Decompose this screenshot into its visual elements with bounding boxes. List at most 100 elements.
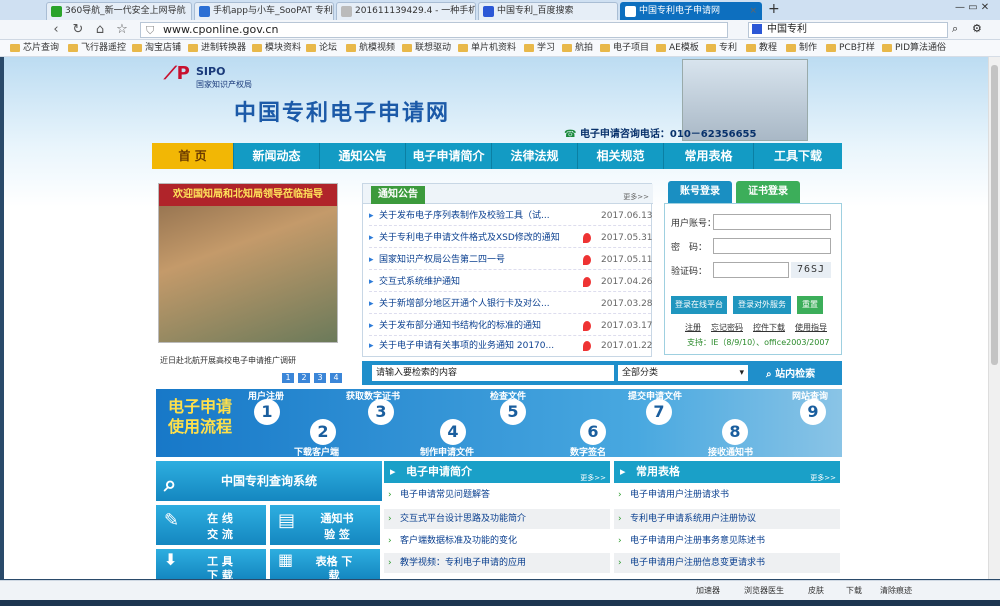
scroll-thumb[interactable] — [991, 65, 998, 365]
online-chat-button[interactable]: ✎ 在 线 交 流 — [156, 505, 266, 545]
bookmark-item[interactable]: 进制转换器 — [188, 42, 246, 55]
photo-caption[interactable]: 近日赴北航开展高校电子申请推广调研 — [160, 355, 340, 366]
intro-item[interactable]: 客户端数据标准及功能的变化 — [384, 531, 610, 551]
site-search-button[interactable]: ⌕ 站内检索 — [766, 365, 815, 380]
plugin-download-link[interactable]: 控件下载 — [753, 322, 785, 333]
notice-item[interactable]: ▸ 关于发布部分通知书结构化的标准的通知 2017.03.17 — [369, 316, 653, 336]
keyword-input[interactable]: 请输入要检索的内容 — [372, 365, 614, 381]
bookmark-item[interactable]: 芯片查询 — [10, 42, 59, 55]
bookmark-item[interactable]: 飞行器遥控 — [68, 42, 126, 55]
back-icon[interactable]: ‹ — [48, 22, 64, 38]
gear-icon[interactable]: ⚙ — [972, 22, 982, 35]
patent-search-button[interactable]: ⌕ 中国专利查询系统 — [156, 461, 382, 501]
slide-page-3[interactable]: 3 — [314, 373, 326, 383]
notice-item[interactable]: ▸ 关于发布电子序列表制作及校验工具（试... 2017.06.13 — [369, 206, 653, 226]
window-controls[interactable]: — ▭ ✕ — [955, 2, 989, 13]
browser-tab-active[interactable]: 中国专利电子申请网 × — [620, 2, 762, 20]
page-scrollbar[interactable] — [988, 57, 1000, 579]
bookmark-item[interactable]: 模块资料 — [252, 42, 301, 55]
form-item[interactable]: 电子申请用户注册请求书 — [614, 485, 840, 505]
notice-tab[interactable]: 通知公告 — [371, 186, 425, 204]
bookmark-item[interactable]: 教程 — [746, 42, 777, 55]
browser-search-input[interactable]: 中国专利 — [748, 22, 948, 38]
password-input[interactable] — [713, 238, 831, 254]
nav-notice[interactable]: 通知公告 — [320, 143, 406, 169]
form-download-button[interactable]: ▦ 表格 下 载 — [270, 549, 380, 579]
bookmark-item[interactable]: 淘宝店铺 — [132, 42, 181, 55]
bookmark-item[interactable]: PCB打样 — [826, 42, 875, 55]
username-input[interactable] — [713, 214, 831, 230]
sipo-logo[interactable]: ⟋P SIPO 国家知识产权局 — [164, 63, 264, 93]
nav-standard[interactable]: 相关规范 — [578, 143, 664, 169]
intro-item[interactable]: 教学视频：专利电子申请的应用 — [384, 553, 610, 573]
notice-item[interactable]: ▸ 国家知识产权局公告第二四一号 2017.05.11 — [369, 250, 653, 270]
download-button[interactable]: 下载 — [846, 585, 862, 596]
bookmark-item[interactable]: 制作 — [786, 42, 817, 55]
bookmark-item[interactable]: 专利 — [706, 42, 737, 55]
login-online-button[interactable]: 登录在线平台 — [671, 296, 727, 314]
refresh-icon[interactable]: ↻ — [70, 22, 86, 38]
reset-button[interactable]: 重置 — [797, 296, 823, 314]
nav-forms[interactable]: 常用表格 — [664, 143, 754, 169]
category-select[interactable]: 全部分类 ▾ — [618, 365, 748, 381]
bookmark-item[interactable]: 电子项目 — [600, 42, 649, 55]
guide-link[interactable]: 使用指导 — [795, 322, 827, 333]
search-icon[interactable]: ⌕ — [952, 22, 958, 36]
home-icon[interactable]: ⌂ — [92, 22, 108, 38]
tab-account-login[interactable]: 账号登录 — [668, 181, 732, 203]
notice-more-link[interactable]: 更多>> — [623, 192, 649, 202]
bookmark-item[interactable]: 学习 — [524, 42, 555, 55]
intro-item[interactable]: 交互式平台设计思路及功能简介 — [384, 509, 610, 529]
bookmark-item[interactable]: AE模板 — [656, 42, 699, 55]
address-bar[interactable]: ⛉ www.cponline.gov.cn — [140, 22, 728, 38]
form-item[interactable]: 电子申请用户注册信息变更请求书 — [614, 553, 840, 573]
nav-tools[interactable]: 工具下载 — [754, 143, 842, 169]
browser-tab-1[interactable]: 360导航_新一代安全上网导航 — [46, 2, 192, 20]
browser-tab-4[interactable]: 中国专利_百度搜索 — [478, 2, 618, 20]
process-banner[interactable]: 电子申请 使用流程 1 用户注册 2 下载客户端 3 获取数字证书 4 制作申请文… — [156, 389, 842, 458]
skin-button[interactable]: 皮肤 — [808, 585, 824, 596]
browser-doctor-button[interactable]: 浏览器医生 — [744, 585, 784, 596]
slide-page-1[interactable]: 1 — [282, 373, 294, 383]
notice-item[interactable]: ▸ 关于电子申请有关事项的业务通知 20170... 2017.01.22 — [369, 336, 653, 356]
user-label: 用户账号： — [671, 219, 717, 229]
accelerator-button[interactable]: 加速器 — [696, 585, 720, 596]
tab-cert-login[interactable]: 证书登录 — [736, 181, 800, 203]
browser-tab-2[interactable]: 手机app与小车_SooPAT 专利 — [194, 2, 334, 20]
nav-law[interactable]: 法律法规 — [492, 143, 578, 169]
bookmark-item[interactable]: 联想驱动 — [402, 42, 451, 55]
nav-home[interactable]: 首 页 — [152, 143, 234, 169]
bookmark-item[interactable]: 航拍 — [562, 42, 593, 55]
bullet-icon: ▸ — [369, 277, 374, 287]
new-tab-icon[interactable]: + — [768, 1, 780, 17]
slide-page-2[interactable]: 2 — [298, 373, 310, 383]
captcha-input[interactable] — [713, 262, 789, 278]
bullet-icon: ▸ — [369, 255, 374, 265]
forgot-password-link[interactable]: 忘记密码 — [711, 322, 743, 333]
bookmark-item[interactable]: 论坛 — [306, 42, 337, 55]
browser-tab-3[interactable]: 201611139429.4 - 一种手机 — [336, 2, 476, 20]
tool-download-button[interactable]: ⬇ 工 具 下 载 — [156, 549, 266, 579]
notice-verify-button[interactable]: ▤ 通知书 验 签 — [270, 505, 380, 545]
bookmark-item[interactable]: PID算法通俗 — [882, 42, 946, 55]
captcha-image[interactable]: 76SJ — [791, 262, 831, 278]
form-item[interactable]: 专利电子申请系统用户注册协议 — [614, 509, 840, 529]
slide-page-4[interactable]: 4 — [330, 373, 342, 383]
intro-item[interactable]: 电子申请常见问题解答 — [384, 485, 610, 505]
notice-item[interactable]: ▸ 关于新增部分地区开通个人银行卡及对公... 2017.03.28 — [369, 294, 653, 314]
step-7: 7 — [646, 399, 672, 425]
bookmark-item[interactable]: 单片机资料 — [458, 42, 516, 55]
form-item[interactable]: 电子申请用户注册事务意见陈述书 — [614, 531, 840, 551]
clear-trace-button[interactable]: 清除痕迹 — [880, 585, 912, 596]
register-link[interactable]: 注册 — [685, 322, 701, 333]
login-public-button[interactable]: 登录对外服务 — [733, 296, 791, 314]
notice-item[interactable]: ▸ 交互式系统维护通知 2017.04.26 — [369, 272, 653, 292]
star-icon[interactable]: ☆ — [114, 22, 130, 38]
close-tab-icon[interactable]: × — [749, 3, 757, 19]
nav-news[interactable]: 新闻动态 — [234, 143, 320, 169]
news-photo[interactable]: 欢迎国知局和北知局领导莅临指导 — [158, 183, 338, 343]
pencil-icon: ✎ — [164, 510, 180, 531]
bookmark-item[interactable]: 航模视频 — [346, 42, 395, 55]
notice-item[interactable]: ▸ 关于专利电子申请文件格式及XSD修改的通知 2017.05.31 — [369, 228, 653, 248]
nav-intro[interactable]: 电子申请简介 — [406, 143, 492, 169]
